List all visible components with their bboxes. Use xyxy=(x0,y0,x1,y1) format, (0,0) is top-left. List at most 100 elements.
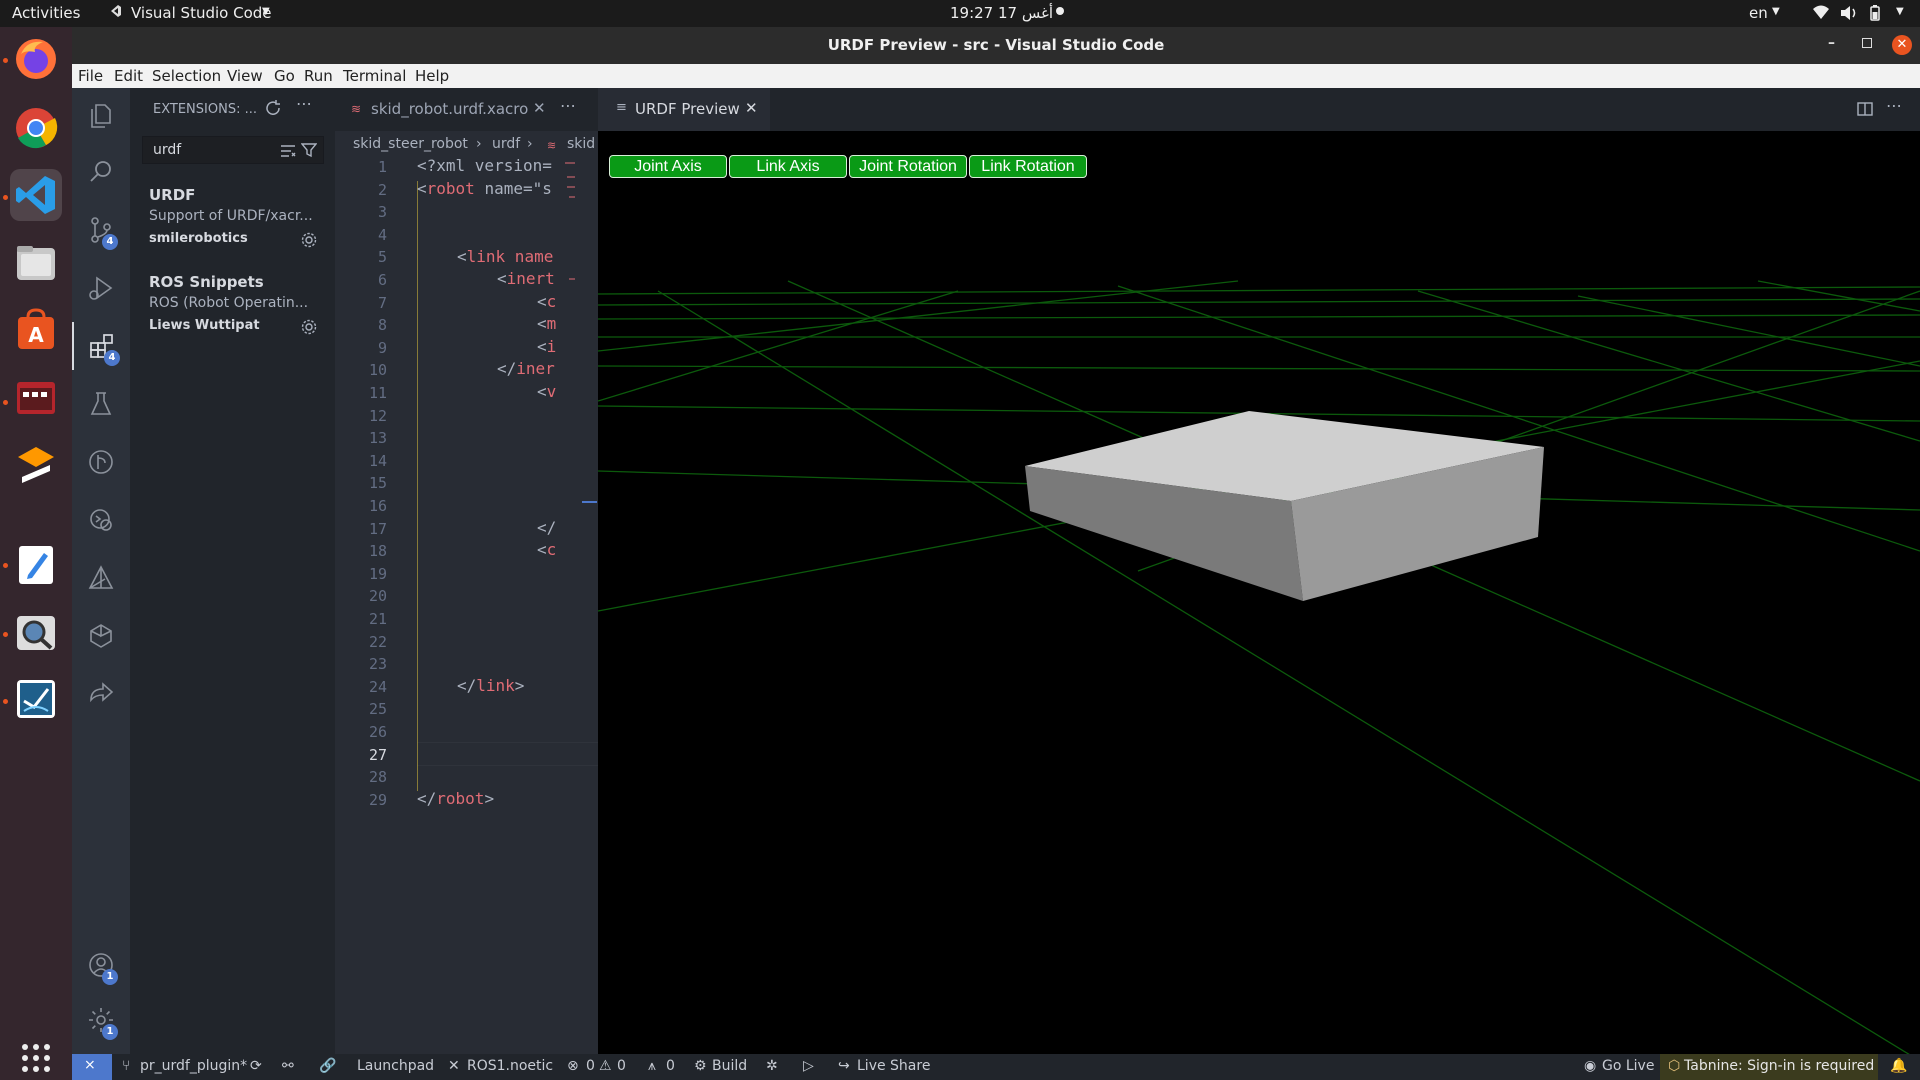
explorer-icon[interactable] xyxy=(72,92,130,140)
source-control-icon[interactable]: 4 xyxy=(72,206,130,254)
extension-item[interactable]: ROS Snippets ROS (Robot Operatin... Liew… xyxy=(130,273,335,343)
link-rotation-button[interactable]: Link Rotation xyxy=(969,155,1087,178)
git-graph-icon[interactable]: ⚯ xyxy=(282,1058,294,1074)
sync-icon[interactable]: ⟳ xyxy=(250,1058,262,1074)
system-menu-caret-icon[interactable]: ▼ xyxy=(1896,6,1904,17)
split-editor-icon[interactable] xyxy=(1856,100,1874,122)
code-token: c xyxy=(546,292,557,311)
close-window-icon[interactable]: ✕ xyxy=(1892,35,1912,55)
show-apps-icon[interactable] xyxy=(10,1032,62,1080)
breadcrumb-file[interactable]: skid xyxy=(567,136,595,152)
tabnine-status[interactable]: ⬡ Tabnine: Sign-in is required xyxy=(1660,1054,1878,1080)
text-editor-icon[interactable] xyxy=(10,539,62,591)
line-number: 26 xyxy=(368,723,387,741)
code-token: m xyxy=(546,314,557,333)
image-viewer-icon[interactable] xyxy=(10,607,62,659)
menu-selection[interactable]: Selection xyxy=(152,67,221,85)
tab-skid-robot-xacro[interactable]: ≋ skid_robot.urdf.xacro ✕ xyxy=(335,88,553,131)
tab-urdf-preview[interactable]: ≡ URDF Preview ✕ xyxy=(598,88,770,131)
refresh-icon[interactable] xyxy=(264,99,282,121)
more-actions-icon[interactable]: ⋯ xyxy=(1886,96,1902,115)
run-icon[interactable]: ▷ xyxy=(803,1058,814,1074)
vscode-icon[interactable] xyxy=(10,169,62,221)
ports-count[interactable]: 0 xyxy=(666,1058,675,1074)
joint-rotation-button[interactable]: Joint Rotation xyxy=(849,155,967,178)
app-menu[interactable]: Visual Studio Code xyxy=(131,4,272,22)
window-title-bar[interactable]: URDF Preview - src - Visual Studio Code … xyxy=(72,27,1920,64)
files-icon[interactable] xyxy=(10,237,62,289)
close-tab-icon[interactable]: ✕ xyxy=(745,99,758,117)
activities-button[interactable]: Activities xyxy=(12,4,80,22)
testing-icon[interactable] xyxy=(72,380,130,428)
extension-item[interactable]: URDF Support of URDF/xacr... smileroboti… xyxy=(130,186,335,256)
menu-terminal[interactable]: Terminal xyxy=(343,67,406,85)
remote-explorer-icon[interactable] xyxy=(72,496,130,544)
menu-help[interactable]: Help xyxy=(415,67,449,85)
run-debug-icon[interactable] xyxy=(72,264,130,312)
menu-run[interactable]: Run xyxy=(304,67,333,85)
warning-count[interactable]: 0 xyxy=(617,1058,626,1074)
battery-icon[interactable] xyxy=(1870,5,1880,25)
code-token: </ xyxy=(457,676,477,695)
code-line: </ xyxy=(537,518,556,537)
close-tab-icon[interactable]: ✕ xyxy=(533,99,546,117)
joint-axis-button[interactable]: Joint Axis xyxy=(609,155,727,178)
code-token: < xyxy=(537,314,547,333)
menu-edit[interactable]: Edit xyxy=(114,67,143,85)
chrome-icon[interactable] xyxy=(10,102,62,154)
go-live-button[interactable]: Go Live xyxy=(1602,1058,1654,1074)
menu-go[interactable]: Go xyxy=(274,67,295,85)
line-number: 8 xyxy=(377,316,387,334)
filter-icon[interactable] xyxy=(300,142,318,162)
ros-gui-icon[interactable] xyxy=(10,673,62,725)
git-branch[interactable]: pr_urdf_plugin* xyxy=(140,1058,247,1074)
cmake-icon[interactable] xyxy=(72,554,130,602)
error-count[interactable]: 0 xyxy=(586,1058,595,1074)
remote-indicator[interactable]: ⨯ xyxy=(72,1054,112,1080)
line-number: 15 xyxy=(368,474,387,492)
preview-tab-bar: ≡ URDF Preview ✕ ⋯ xyxy=(598,88,1920,131)
code-line: <?xml version= xyxy=(417,156,552,175)
extension-settings-gear-icon[interactable] xyxy=(300,231,318,253)
link-axis-button[interactable]: Link Axis xyxy=(729,155,847,178)
software-center-icon[interactable]: A xyxy=(10,304,62,356)
3d-viewport[interactable] xyxy=(598,131,1920,1054)
input-language[interactable]: en xyxy=(1749,4,1768,22)
line-number: 19 xyxy=(368,565,387,583)
breadcrumb-folder[interactable]: urdf xyxy=(492,136,520,152)
more-actions-icon[interactable]: ⋯ xyxy=(296,94,312,113)
live-share-icon[interactable] xyxy=(72,670,130,718)
code-token: </ xyxy=(537,518,557,537)
code-area[interactable]: <?xml version= <robot name="s <link name… xyxy=(417,156,598,816)
ros-extension-icon[interactable] xyxy=(72,612,130,660)
volume-icon[interactable] xyxy=(1840,5,1858,25)
minimize-icon[interactable]: – xyxy=(1828,35,1835,51)
ros-version[interactable]: ROS1.noetic xyxy=(467,1058,553,1074)
build-button[interactable]: Build xyxy=(712,1058,747,1074)
live-share-button[interactable]: Live Share xyxy=(857,1058,930,1074)
git-graph-icon[interactable] xyxy=(72,438,130,486)
firefox-icon[interactable] xyxy=(10,33,62,85)
sublime-text-icon[interactable] xyxy=(10,439,62,491)
clear-results-icon[interactable] xyxy=(280,143,296,162)
extension-search-input[interactable]: urdf xyxy=(142,136,324,164)
debug-icon[interactable]: ✲ xyxy=(766,1058,778,1074)
wifi-icon[interactable] xyxy=(1812,4,1830,24)
minimap[interactable] xyxy=(565,158,581,280)
clock[interactable]: 19:27 17 أغس xyxy=(950,4,1053,22)
error-icon: ⊗ xyxy=(567,1058,579,1074)
terminal-app-icon[interactable] xyxy=(10,372,62,424)
extensions-icon[interactable]: 4 xyxy=(72,322,130,370)
more-actions-icon[interactable]: ⋯ xyxy=(560,96,576,115)
notifications-bell-icon[interactable]: 🔔 xyxy=(1890,1058,1907,1074)
extension-settings-gear-icon[interactable] xyxy=(300,318,318,340)
search-icon[interactable] xyxy=(72,148,130,196)
restore-icon[interactable] xyxy=(1862,38,1872,48)
menu-view[interactable]: View xyxy=(227,67,263,85)
breadcrumb-folder[interactable]: skid_steer_robot xyxy=(353,136,468,152)
accounts-icon[interactable]: 1 xyxy=(72,941,130,989)
manage-gear-icon[interactable]: 1 xyxy=(72,996,130,1044)
code-token: </ xyxy=(417,789,437,808)
menu-file[interactable]: File xyxy=(78,67,103,85)
launchpad[interactable]: Launchpad xyxy=(357,1058,434,1074)
